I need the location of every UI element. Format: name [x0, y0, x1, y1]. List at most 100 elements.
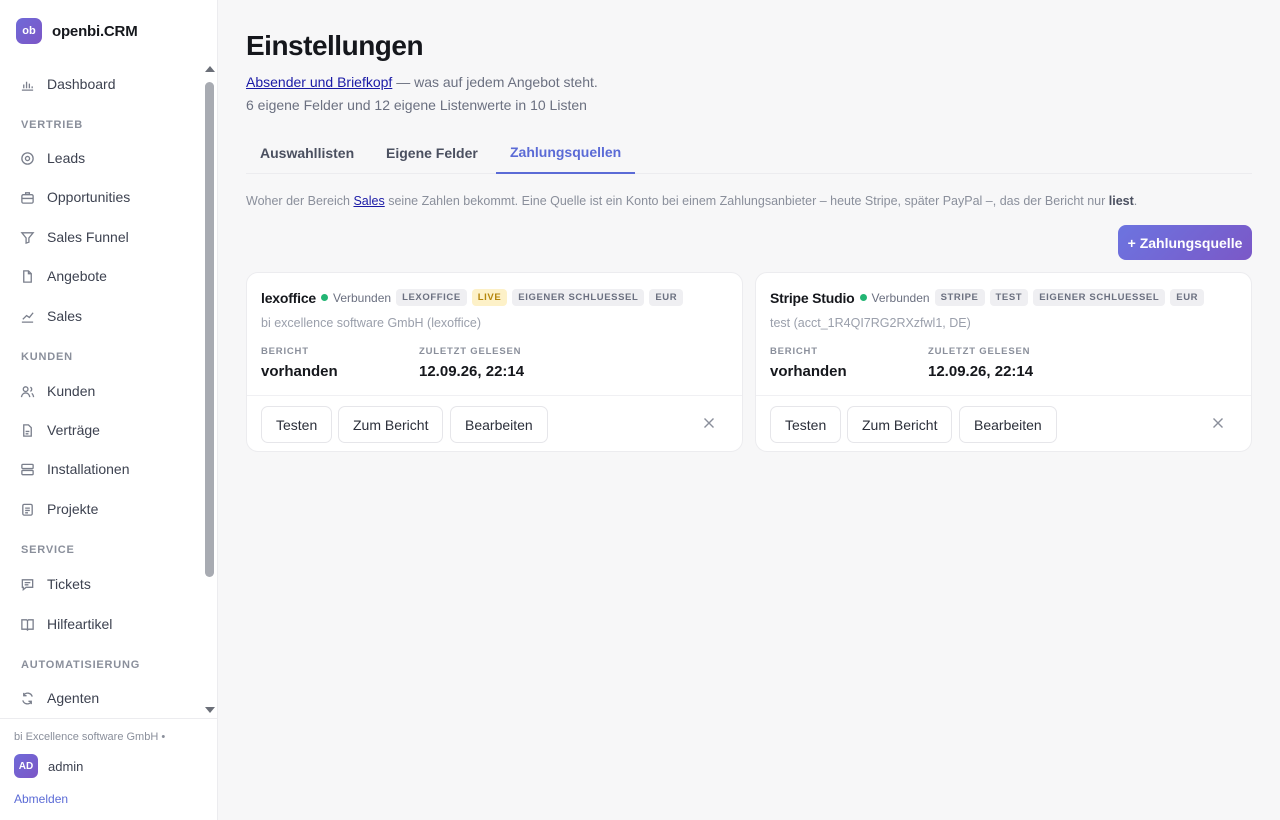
tab-eigene-felder[interactable]: Eigene Felder: [372, 132, 492, 174]
user-name: admin: [48, 758, 84, 774]
bar-chart-icon: [20, 77, 35, 92]
zuletzt-label: ZULETZT GELESEN: [419, 346, 522, 357]
sidebar-item-tickets[interactable]: Tickets: [20, 572, 91, 596]
account-info: test (acct_1R4QI7RG2RXzfwl1, DE): [770, 316, 971, 330]
edit-button[interactable]: Bearbeiten: [959, 406, 1057, 443]
sidebar-item-hilfeartikel[interactable]: Hilfeartikel: [20, 612, 112, 636]
bericht-value: vorhanden: [770, 363, 847, 380]
sidebar-item-kunden[interactable]: Kunden: [20, 379, 95, 403]
sidebar-item-opportunities[interactable]: Opportunities: [20, 185, 130, 209]
sidebar-item-angebote[interactable]: Angebote: [20, 264, 107, 288]
target-icon: [20, 151, 35, 166]
mode-badge: TEST: [989, 289, 1029, 306]
sidebar-footer: bi Excellence software GmbH • AD admin A…: [0, 718, 217, 820]
page-subtitle: Absender und Briefkopf — was auf jedem A…: [246, 74, 598, 90]
sidebar-nav: Dashboard VERTRIEB Leads Opportunities S…: [0, 64, 204, 716]
close-icon[interactable]: [702, 416, 716, 430]
tab-auswahllisten[interactable]: Auswahllisten: [246, 132, 368, 174]
sidebar-item-label: Agenten: [47, 690, 100, 706]
scroll-thumb[interactable]: [205, 82, 214, 577]
sidebar-item-agenten[interactable]: Agenten: [20, 686, 99, 710]
page-title: Einstellungen: [246, 30, 424, 61]
currency-badge: EUR: [1170, 289, 1205, 306]
subtitle-text: — was auf jedem Angebot steht.: [392, 74, 598, 90]
sidebar-item-label: Dashboard: [47, 76, 116, 92]
sidebar-item-projekte[interactable]: Projekte: [20, 497, 98, 521]
sidebar-item-label: Opportunities: [47, 189, 131, 205]
status-dot-icon: [321, 294, 328, 301]
sidebar-item-dashboard[interactable]: Dashboard: [20, 72, 116, 96]
trend-chart-icon: [20, 309, 35, 324]
tab-zahlungsquellen[interactable]: Zahlungsquellen: [496, 132, 636, 174]
key-badge: EIGENER SCHLUESSEL: [512, 289, 645, 306]
server-icon: [20, 462, 35, 477]
sidebar-item-label: Sales Funnel: [47, 229, 129, 245]
section-kunden: KUNDEN: [21, 351, 73, 363]
card-actions: Testen Zum Bericht Bearbeiten: [756, 395, 1251, 451]
sidebar-item-label: Leads: [47, 150, 86, 166]
scroll-down-arrow-icon[interactable]: [205, 707, 215, 713]
brand-logo: ob: [16, 18, 42, 44]
sidebar-item-label: Hilfeartikel: [47, 616, 113, 632]
bericht-label: BERICHT: [261, 346, 309, 357]
status-text: Verbunden: [871, 290, 930, 305]
sidebar-item-label: Tickets: [47, 576, 91, 592]
desc-text: .: [1133, 194, 1138, 208]
refresh-icon: [20, 691, 35, 706]
key-badge: EIGENER SCHLUESSEL: [1033, 289, 1166, 306]
sidebar-item-sales[interactable]: Sales: [20, 304, 82, 328]
page-summary: 6 eigene Felder und 12 eigene Listenwert…: [246, 97, 587, 113]
logout-link[interactable]: Abmelden: [14, 792, 68, 806]
test-button[interactable]: Testen: [770, 406, 842, 443]
edit-button[interactable]: Bearbeiten: [450, 406, 548, 443]
contract-icon: [20, 423, 35, 438]
settings-tabs: Auswahllisten Eigene Felder Zahlungsquel…: [246, 132, 1252, 174]
section-service: SERVICE: [21, 544, 75, 556]
desc-text: Woher der Bereich: [246, 194, 354, 208]
funnel-icon: [20, 230, 35, 245]
desc-bold: liest: [1108, 194, 1134, 208]
sidebar-item-vertraege[interactable]: Verträge: [20, 418, 100, 442]
briefcase-icon: [20, 190, 35, 205]
mode-badge: LIVE: [471, 289, 508, 306]
clipboard-icon: [20, 502, 35, 517]
report-button[interactable]: Zum Bericht: [338, 406, 444, 443]
provider-badge: LEXOFFICE: [396, 289, 467, 306]
status-text: Verbunden: [333, 290, 392, 305]
sidebar-item-label: Projekte: [47, 501, 99, 517]
source-name: lexoffice: [261, 289, 316, 306]
sidebar-item-sales-funnel[interactable]: Sales Funnel: [20, 225, 129, 249]
sidebar-item-label: Sales: [47, 308, 83, 324]
book-icon: [20, 617, 35, 632]
sidebar-item-leads[interactable]: Leads: [20, 146, 85, 170]
report-button[interactable]: Zum Bericht: [847, 406, 953, 443]
sidebar-item-installationen[interactable]: Installationen: [20, 457, 130, 481]
org-name: bi Excellence software GmbH •: [14, 731, 166, 743]
card-actions: Testen Zum Bericht Bearbeiten: [247, 395, 742, 451]
card-header: Stripe Studio Verbunden STRIPE TEST EIGE…: [770, 289, 1205, 306]
card-header: lexoffice Verbunden LEXOFFICE LIVE EIGEN…: [261, 289, 684, 306]
source-name: Stripe Studio: [770, 289, 855, 306]
sidebar-item-label: Angebote: [47, 268, 107, 284]
add-payment-source-button[interactable]: + Zahlungsquelle: [1118, 225, 1252, 260]
section-description: Woher der Bereich Sales seine Zahlen bek…: [246, 194, 1137, 208]
sidebar-item-label: Verträge: [47, 422, 100, 438]
test-button[interactable]: Testen: [261, 406, 333, 443]
close-icon[interactable]: [1211, 416, 1225, 430]
sales-link[interactable]: Sales: [353, 194, 384, 208]
provider-badge: STRIPE: [934, 289, 985, 306]
avatar: AD: [14, 754, 38, 778]
document-icon: [20, 269, 35, 284]
zuletzt-value: 12.09.26, 22:14: [419, 363, 525, 380]
message-icon: [20, 577, 35, 592]
briefkopf-link[interactable]: Absender und Briefkopf: [246, 74, 392, 90]
scroll-up-arrow-icon[interactable]: [205, 66, 215, 72]
sidebar-scrollbar[interactable]: [204, 64, 216, 716]
zuletzt-label: ZULETZT GELESEN: [928, 346, 1031, 357]
bericht-label: BERICHT: [770, 346, 818, 357]
payment-source-card: Stripe Studio Verbunden STRIPE TEST EIGE…: [755, 272, 1252, 452]
user-info[interactable]: AD admin: [14, 754, 83, 778]
sidebar: ob openbi.CRM Dashboard VERTRIEB Leads O…: [0, 0, 218, 820]
currency-badge: EUR: [649, 289, 684, 306]
brand[interactable]: ob openbi.CRM: [16, 18, 138, 44]
